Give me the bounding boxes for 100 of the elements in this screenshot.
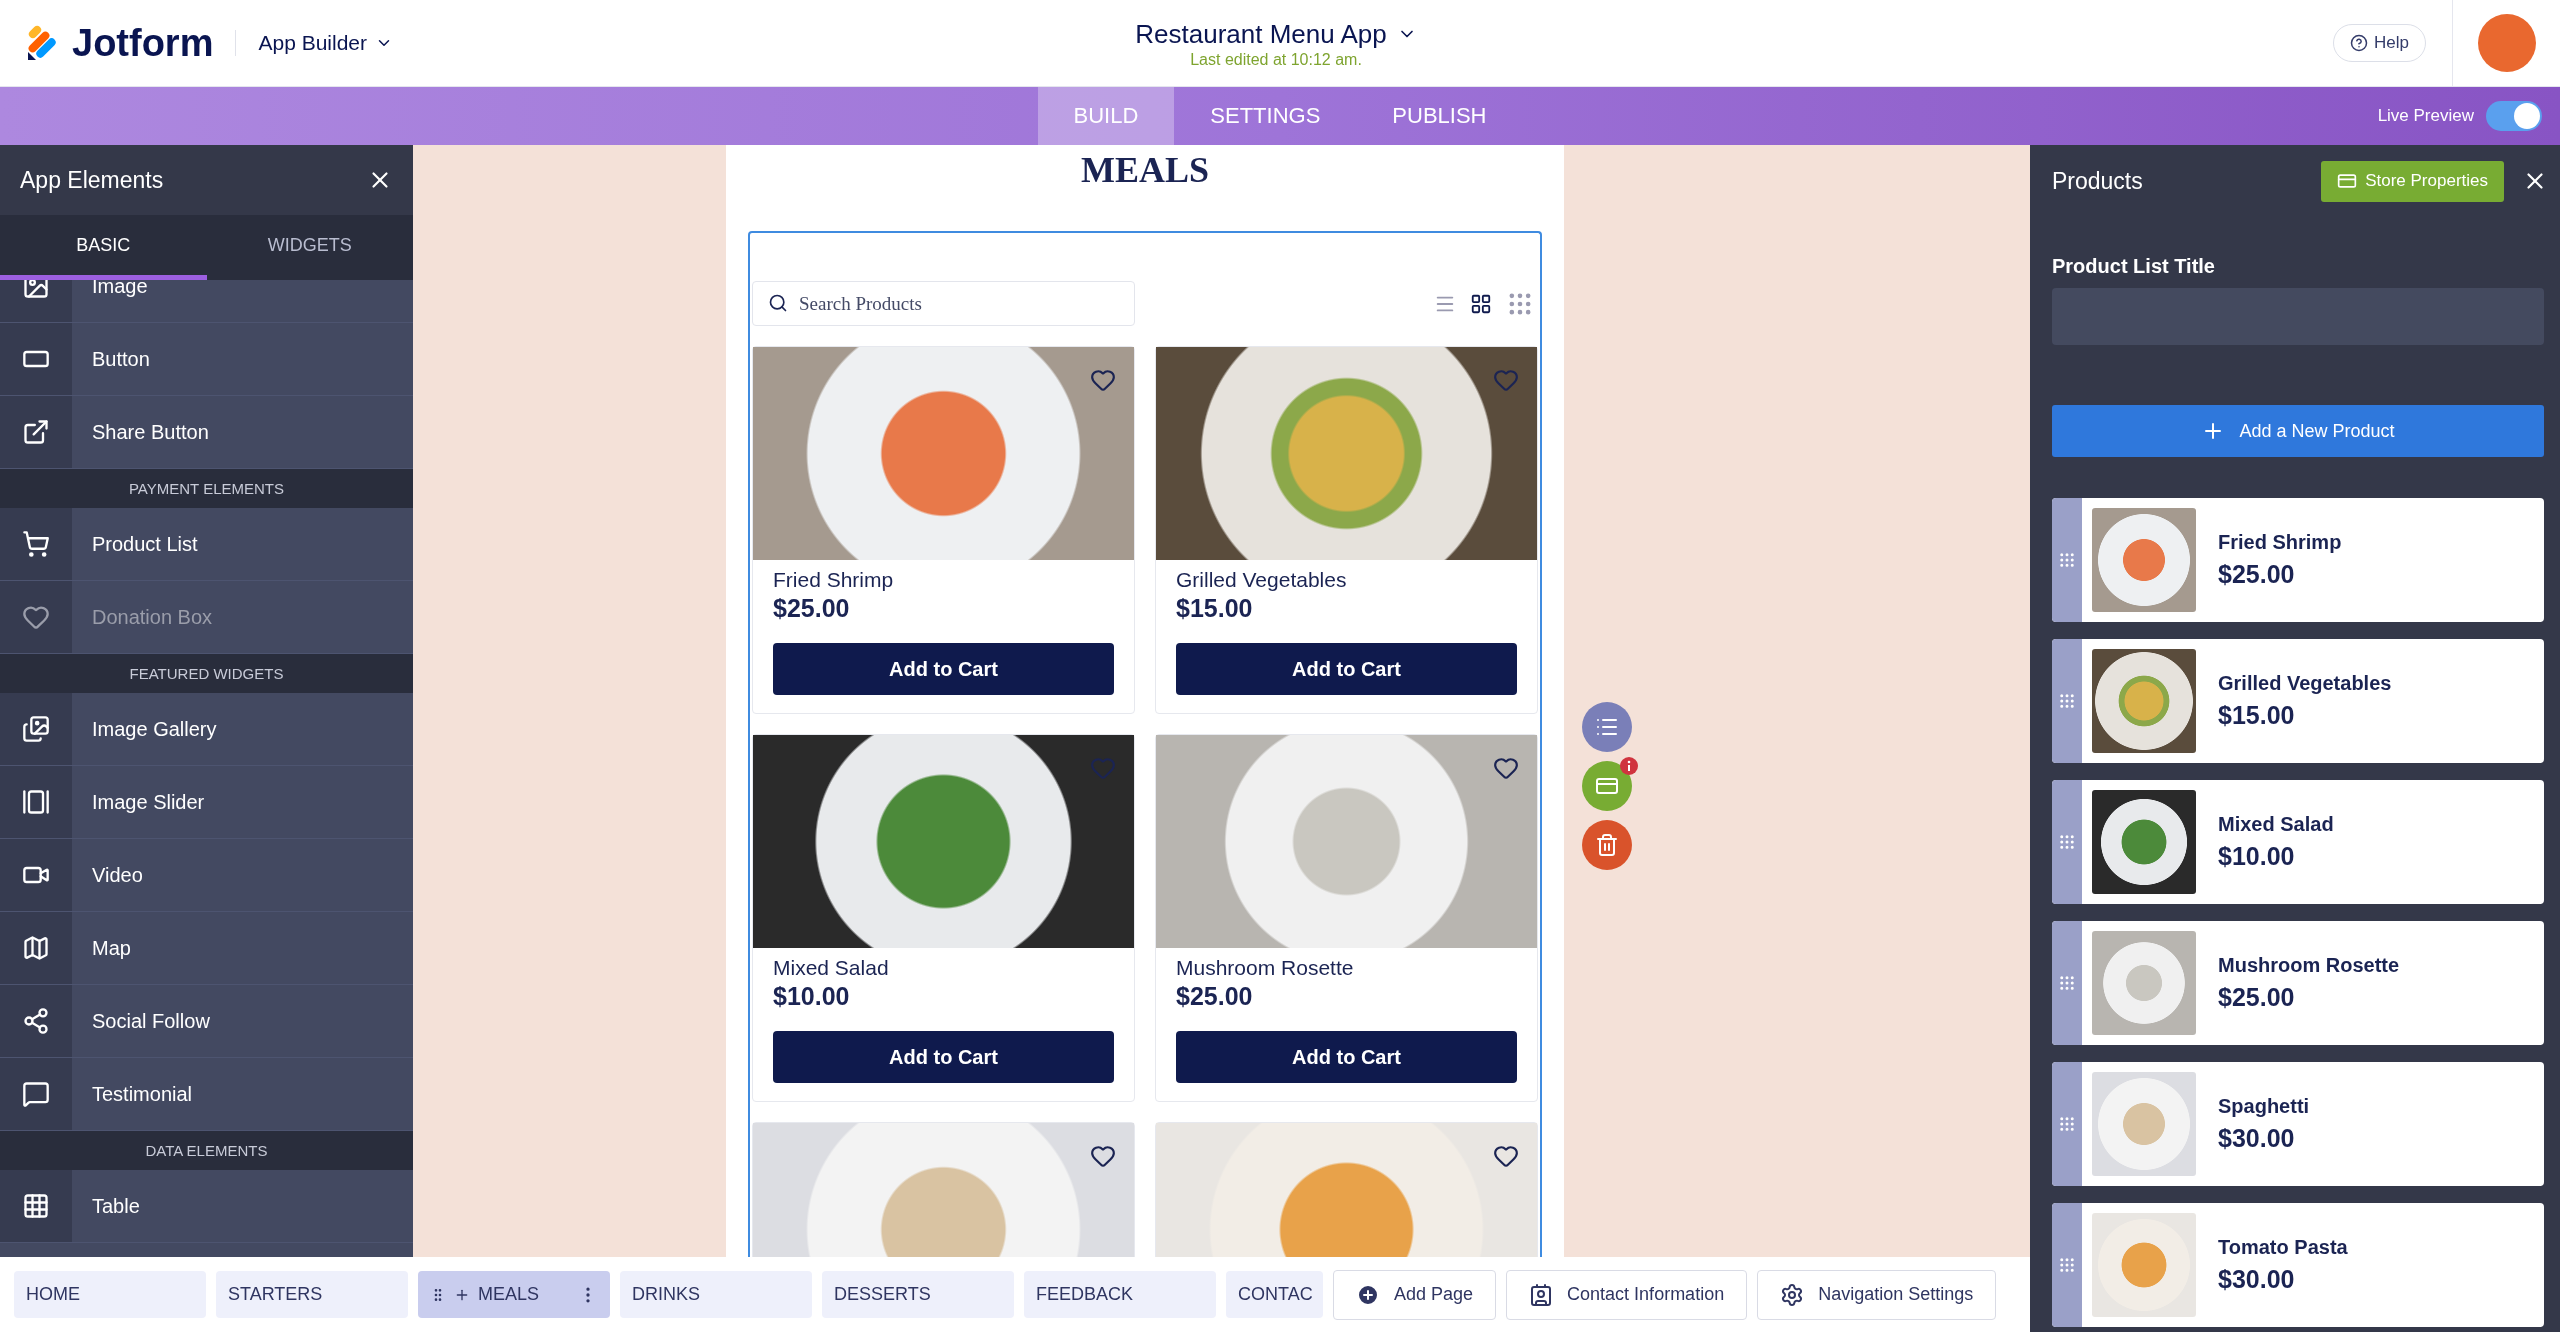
add-to-cart-button[interactable]: Add to Cart bbox=[773, 643, 1114, 695]
avatar[interactable] bbox=[2477, 14, 2536, 72]
contact-card-icon bbox=[1529, 1282, 1554, 1307]
page-tab[interactable]: HOME bbox=[14, 1271, 206, 1318]
nav-tab[interactable]: SETTINGS bbox=[1174, 87, 1357, 145]
delete-button[interactable] bbox=[1582, 820, 1632, 870]
share-nodes-icon bbox=[22, 1007, 50, 1035]
heart-icon bbox=[22, 603, 50, 631]
navigation-settings-button[interactable]: Navigation Settings bbox=[1757, 1269, 1997, 1320]
help-icon bbox=[2350, 34, 2369, 52]
product-row[interactable]: Grilled Vegetables $15.00 bbox=[2052, 639, 2544, 763]
product-price: $15.00 bbox=[2218, 701, 2296, 730]
page-tab[interactable]: CONTAC bbox=[1226, 1271, 1323, 1318]
product-price: $15.00 bbox=[1176, 594, 1254, 623]
section-heading: PAYMENT ELEMENTS bbox=[0, 469, 413, 508]
section-heading: FEATURED WIDGETS bbox=[0, 654, 413, 693]
product-name: Mixed Salad bbox=[773, 956, 890, 980]
live-preview-label: Live Preview bbox=[2377, 106, 2474, 126]
page-title: MEALS bbox=[1080, 149, 1210, 191]
product-price: $25.00 bbox=[2218, 983, 2296, 1012]
add-to-cart-button[interactable]: Add to Cart bbox=[1176, 643, 1517, 695]
element-item[interactable]: Video bbox=[72, 839, 143, 911]
last-edited-text: Last edited at 10:12 am. bbox=[1190, 50, 1362, 69]
panel-title: App Elements bbox=[20, 166, 164, 194]
settings-icon bbox=[1780, 1282, 1805, 1307]
product-price: $25.00 bbox=[1176, 982, 1254, 1011]
product-price: $30.00 bbox=[2218, 1265, 2296, 1294]
card-icon bbox=[2337, 171, 2358, 191]
product-row[interactable]: Mixed Salad $10.00 bbox=[2052, 780, 2544, 904]
panel-title: Products bbox=[2052, 167, 2144, 195]
list-button[interactable] bbox=[1582, 702, 1632, 752]
element-item[interactable]: Map bbox=[72, 912, 131, 984]
map-icon bbox=[22, 934, 50, 962]
product-name: Grilled Vegetables bbox=[1176, 568, 1348, 592]
image-icon bbox=[22, 280, 50, 300]
product-price: $25.00 bbox=[2218, 560, 2296, 589]
product-price: $10.00 bbox=[2218, 842, 2296, 871]
page-tab[interactable]: FEEDBACK bbox=[1024, 1271, 1216, 1318]
page-tab[interactable]: DESSERTS bbox=[822, 1271, 1014, 1318]
product-row[interactable]: Mushroom Rosette $25.00 bbox=[2052, 921, 2544, 1045]
app-builder-menu[interactable]: App Builder bbox=[235, 30, 400, 56]
drag-handle-icon[interactable] bbox=[2058, 1256, 2076, 1274]
drag-handle-icon[interactable] bbox=[2058, 551, 2076, 569]
share-icon bbox=[22, 418, 50, 446]
drag-handle-icon[interactable] bbox=[2058, 833, 2076, 851]
add-page-button[interactable]: Add Page bbox=[1333, 1269, 1497, 1320]
drag-handle-icon[interactable] bbox=[2058, 974, 2076, 992]
heart-icon[interactable] bbox=[1090, 1143, 1116, 1169]
contact-information-button[interactable]: Contact Information bbox=[1506, 1269, 1748, 1320]
product-row[interactable]: Tomato Pasta $30.00 bbox=[2052, 1203, 2544, 1327]
add-product-button[interactable]: Add a New Product bbox=[2052, 405, 2544, 457]
cart-icon bbox=[22, 530, 50, 558]
element-item[interactable]: Testimonial bbox=[72, 1058, 193, 1130]
product-row[interactable]: Spaghetti $30.00 bbox=[2052, 1062, 2544, 1186]
product-row[interactable]: Fried Shrimp $25.00 bbox=[2052, 498, 2544, 622]
drag-handle-icon[interactable] bbox=[2058, 1115, 2076, 1133]
trash-icon bbox=[1595, 833, 1619, 857]
store-button[interactable] bbox=[1582, 761, 1632, 811]
search-icon bbox=[768, 293, 788, 313]
element-item[interactable]: Button bbox=[72, 323, 150, 395]
product-name: Mixed Salad bbox=[2218, 813, 2334, 836]
heart-icon[interactable] bbox=[1090, 367, 1116, 393]
heart-icon[interactable] bbox=[1493, 755, 1519, 781]
logo-text: Jotform bbox=[72, 21, 214, 65]
product-name: Grilled Vegetables bbox=[2218, 672, 2392, 695]
page-tab[interactable]: STARTERS bbox=[216, 1271, 408, 1318]
heart-icon[interactable] bbox=[1493, 1143, 1519, 1169]
table-icon bbox=[22, 1192, 50, 1220]
app-title-menu[interactable]: Restaurant Menu App bbox=[1129, 17, 1423, 51]
add-to-cart-button[interactable]: Add to Cart bbox=[1176, 1031, 1517, 1083]
product-price: $30.00 bbox=[2218, 1124, 2296, 1153]
info-badge-icon bbox=[1620, 757, 1638, 775]
product-name: Fried Shrimp bbox=[773, 568, 895, 592]
page-tab[interactable]: DRINKS bbox=[620, 1271, 812, 1318]
images-icon bbox=[22, 715, 50, 743]
element-item[interactable]: Image Gallery bbox=[72, 693, 217, 765]
drag-handle-icon[interactable] bbox=[2058, 692, 2076, 710]
element-item[interactable]: Table bbox=[72, 1170, 140, 1242]
field-label: Product List Title bbox=[2052, 255, 2216, 278]
product-name: Mushroom Rosette bbox=[1176, 956, 1355, 980]
product-name: Spaghetti bbox=[2218, 1095, 2310, 1118]
help-button[interactable]: Help bbox=[2333, 24, 2426, 62]
search-field[interactable]: Search Products bbox=[752, 281, 1135, 326]
product-price: $10.00 bbox=[773, 982, 851, 1011]
slider-icon bbox=[22, 788, 50, 816]
product-list-frame[interactable]: Search Products Fried Shrimp $25.00 Add to Cart Grilled Vegetables $15.00 Add to Cart Mixed Salad $10.00 Add to Cart Mushroom Rosette $25.00 Add to Cart bbox=[748, 231, 1542, 1257]
grid-view-icon[interactable] bbox=[1470, 292, 1492, 315]
product-name: Mushroom Rosette bbox=[2218, 954, 2400, 977]
element-item[interactable]: Image Slider bbox=[72, 766, 205, 838]
element-item[interactable]: Product List bbox=[72, 508, 198, 580]
page-tab[interactable]: MEALS bbox=[418, 1271, 610, 1318]
product-name: Tomato Pasta bbox=[2218, 1236, 2348, 1259]
message-icon bbox=[22, 1080, 50, 1108]
element-item[interactable]: Share Button bbox=[72, 396, 209, 468]
live-preview-toggle[interactable] bbox=[2486, 101, 2542, 131]
add-to-cart-button[interactable]: Add to Cart bbox=[773, 1031, 1114, 1083]
element-item[interactable]: Social Follow bbox=[72, 985, 210, 1057]
product-name: Fried Shrimp bbox=[2218, 531, 2342, 554]
panel-tab[interactable]: WIDGETS bbox=[206, 215, 413, 280]
nav-tab[interactable]: PUBLISH bbox=[1356, 87, 1523, 145]
